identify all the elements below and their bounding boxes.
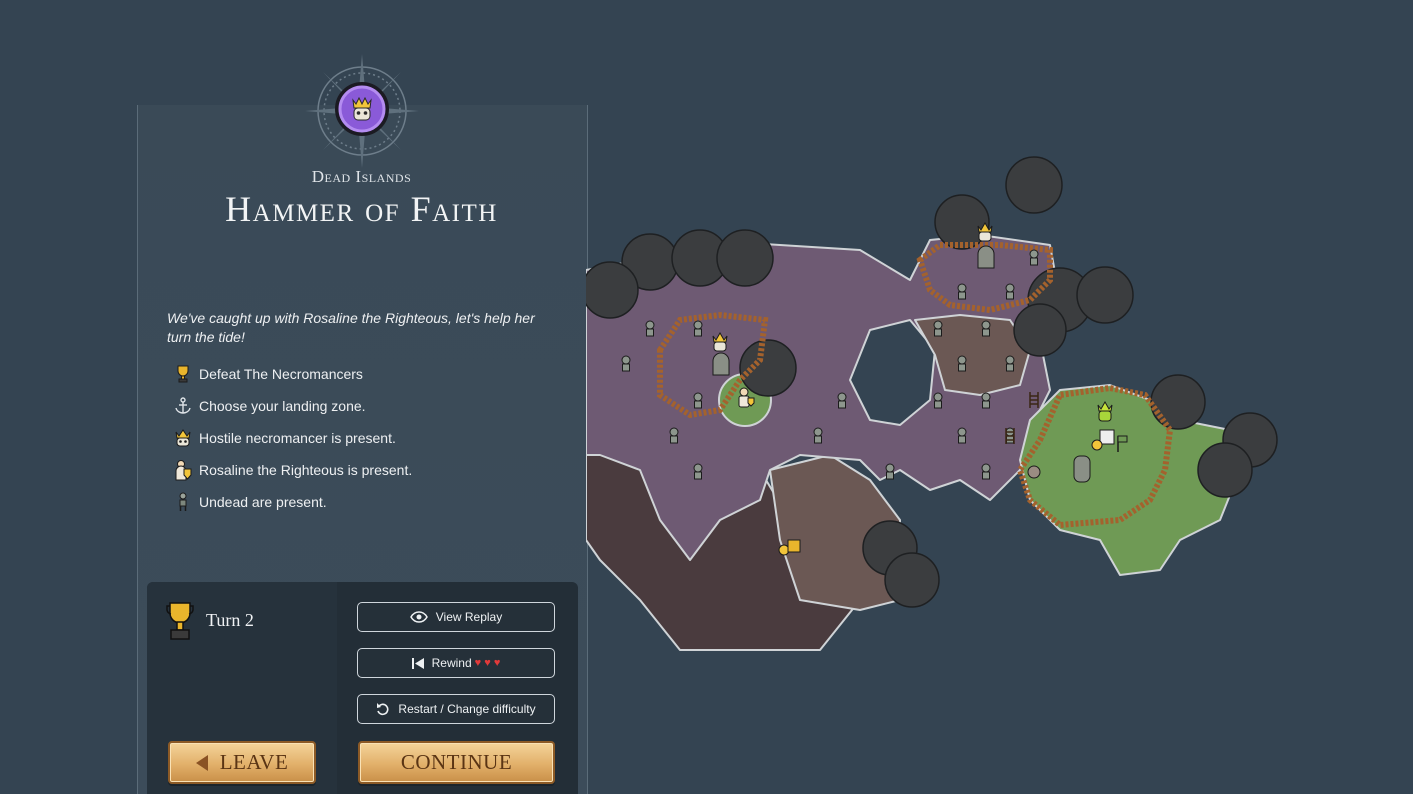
region-name: Dead Islands [311, 167, 412, 186]
restart-button[interactable]: Restart / Change difficulty [357, 694, 555, 724]
undead-icon [170, 490, 196, 514]
objective-list: Defeat The Necromancers Choose your land… [170, 358, 570, 518]
objective-item: Hostile necromancer is present. [170, 422, 570, 454]
anchor-icon [170, 394, 196, 418]
objective-item: Choose your landing zone. [170, 390, 570, 422]
mission-title: Hammer of Faith [225, 189, 498, 229]
rewind-button[interactable]: Rewind ♥ ♥ ♥ [357, 648, 555, 678]
trophy-icon [170, 362, 196, 386]
mission-intro: We've caught up with Rosaline the Righte… [167, 310, 535, 345]
game-map[interactable] [586, 0, 1413, 794]
lives-hearts: ♥ ♥ ♥ [474, 657, 501, 669]
rewind-icon [411, 657, 424, 669]
rosaline-icon [170, 458, 196, 482]
view-replay-button[interactable]: View Replay [357, 602, 555, 632]
continue-button[interactable]: CONTINUE [358, 741, 555, 784]
arrow-left-icon [195, 754, 208, 771]
turn-counter: Turn 2 [206, 610, 254, 630]
objective-item: Rosaline the Righteous is present. [170, 454, 570, 486]
restart-icon [377, 703, 389, 716]
objective-item: Undead are present. [170, 486, 570, 518]
necromancer-emblem-icon [305, 54, 419, 168]
necromancer-icon [170, 426, 196, 450]
objective-item: Defeat The Necromancers [170, 358, 570, 390]
trophy-icon [166, 602, 194, 640]
leave-button[interactable]: LEAVE [168, 741, 316, 784]
eye-icon [409, 611, 428, 623]
